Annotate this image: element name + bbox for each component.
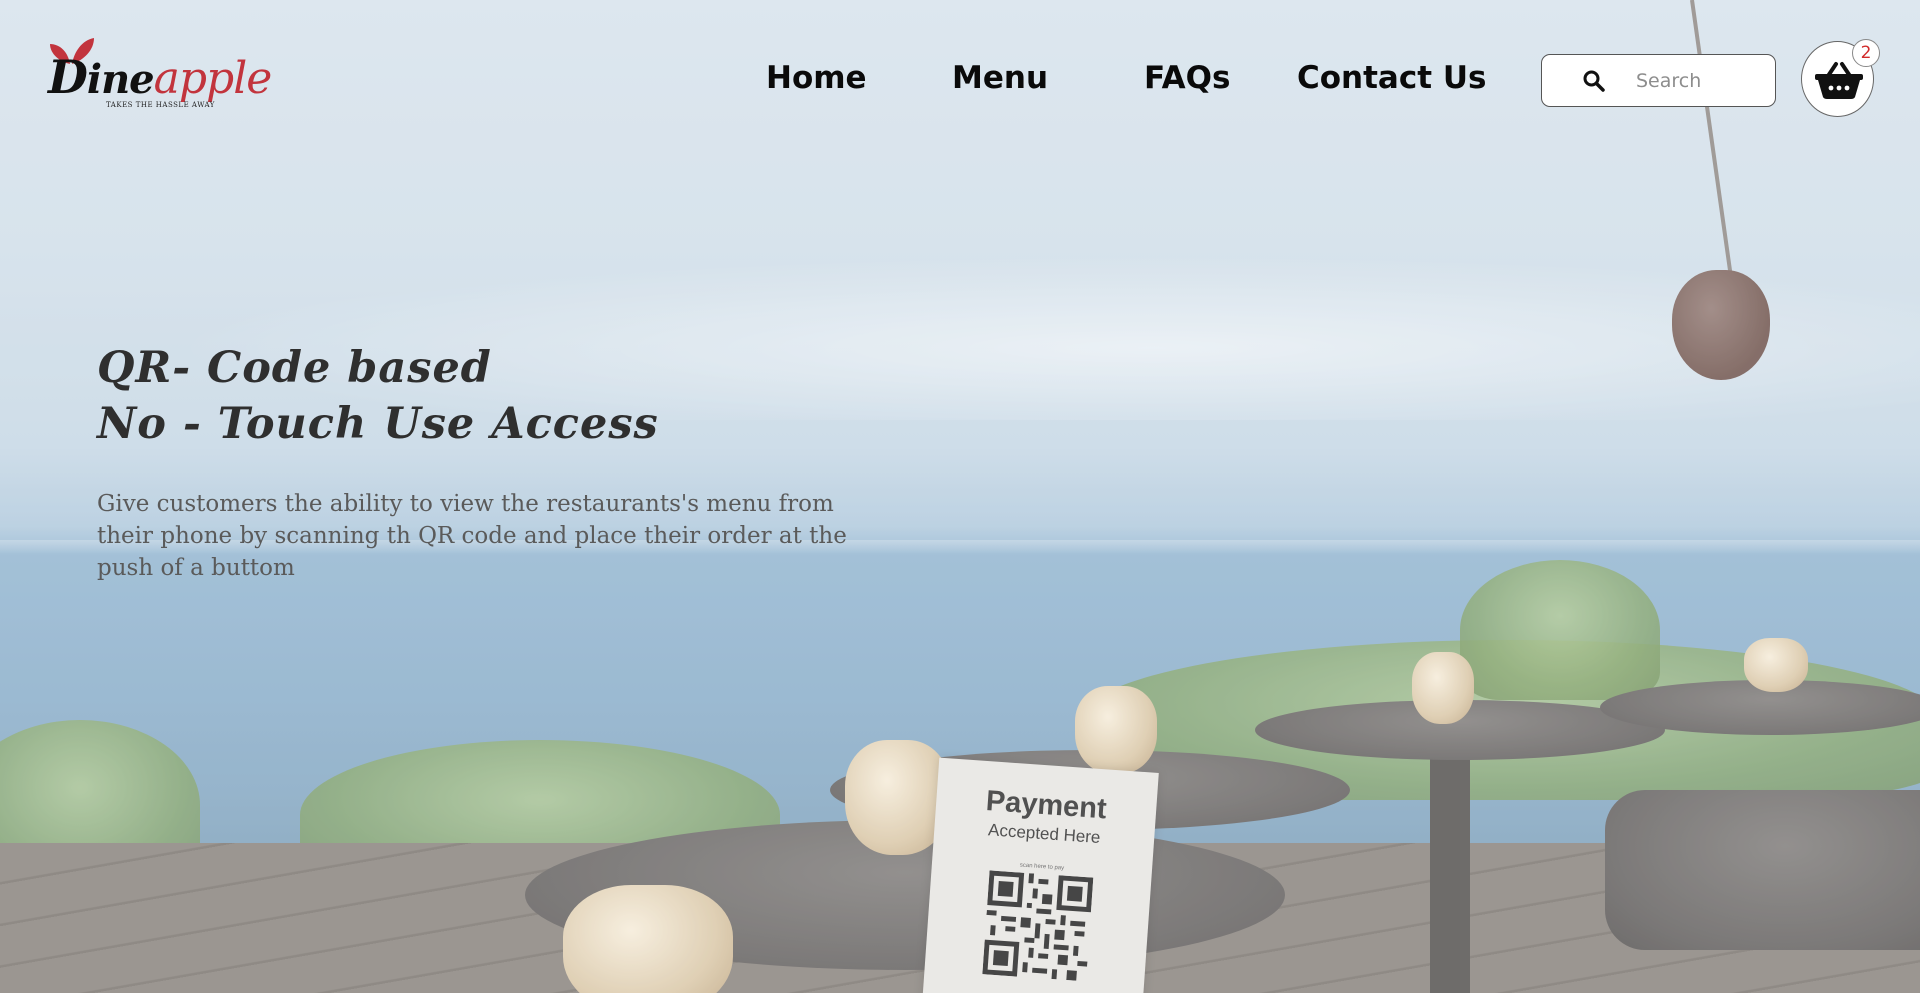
brand-logo[interactable]: Dineapple TAKES THE HASSLE AWAY — [48, 36, 318, 116]
nav-menu[interactable]: Menu — [952, 60, 1048, 96]
brand-tagline: TAKES THE HASSLE AWAY — [106, 101, 215, 109]
basket-icon — [1815, 62, 1863, 99]
search-input[interactable] — [1636, 67, 1761, 95]
brand-wordmark: Dineapple — [48, 50, 273, 104]
brand-name-apple: apple — [153, 53, 273, 104]
nav-contact-us[interactable]: Contact Us — [1297, 60, 1486, 96]
hero-title-line-1: QR- Code based — [97, 343, 492, 393]
search-icon[interactable] — [1582, 69, 1606, 93]
search-box[interactable] — [1541, 54, 1776, 107]
hero-title-line-2: No - Touch Use Access — [97, 399, 659, 449]
brand-name-d: D — [48, 50, 88, 104]
hero-description: Give customers the ability to view the r… — [97, 491, 847, 581]
hero-title: QR- Code based No - Touch Use Access — [97, 340, 659, 452]
brand-name-ine: ine — [86, 56, 155, 103]
nav-faqs[interactable]: FAQs — [1144, 60, 1230, 96]
nav-home[interactable]: Home — [766, 60, 867, 96]
cart-count-badge: 2 — [1852, 39, 1880, 67]
